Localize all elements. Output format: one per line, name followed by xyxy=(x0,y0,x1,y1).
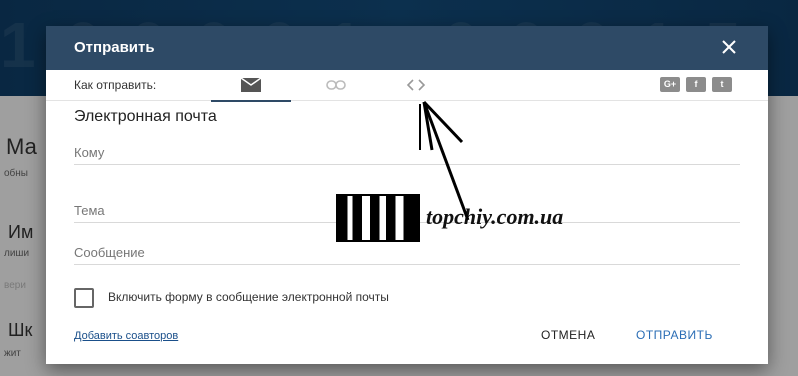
section-title: Электронная почта xyxy=(74,108,217,125)
send-method-toolbar: Как отправить: G+ f t xyxy=(46,70,768,102)
code-icon xyxy=(406,79,426,91)
send-button[interactable]: ОТПРАВИТЬ xyxy=(636,328,713,342)
envelope-icon xyxy=(241,78,261,92)
add-coauthors-link[interactable]: Добавить соавторов xyxy=(74,330,178,342)
include-form-checkbox[interactable] xyxy=(74,288,94,308)
to-field-label: Кому xyxy=(74,145,105,160)
google-plus-icon[interactable]: G+ xyxy=(660,77,680,92)
watermark-text: topchiy.com.ua xyxy=(426,204,564,229)
dialog-title: Отправить xyxy=(74,39,155,56)
include-form-label: Включить форму в сообщение электронной п… xyxy=(108,290,389,304)
facebook-icon[interactable]: f xyxy=(686,77,706,92)
dialog-header: Отправить xyxy=(46,26,768,70)
cancel-button[interactable]: ОТМЕНА xyxy=(541,328,595,342)
tab-embed[interactable] xyxy=(376,70,456,100)
twitter-icon[interactable]: t xyxy=(712,77,732,92)
qr-code-icon xyxy=(336,194,420,242)
to-field[interactable]: Кому xyxy=(74,138,740,165)
link-icon xyxy=(326,80,346,90)
subject-field-label: Тема xyxy=(74,203,105,218)
message-field-label: Сообщение xyxy=(74,245,145,260)
close-icon[interactable] xyxy=(718,36,740,58)
message-field[interactable]: Сообщение xyxy=(74,238,740,265)
tab-link[interactable] xyxy=(296,70,376,100)
send-method-label: Как отправить: xyxy=(74,78,157,92)
tab-email[interactable] xyxy=(211,70,291,102)
